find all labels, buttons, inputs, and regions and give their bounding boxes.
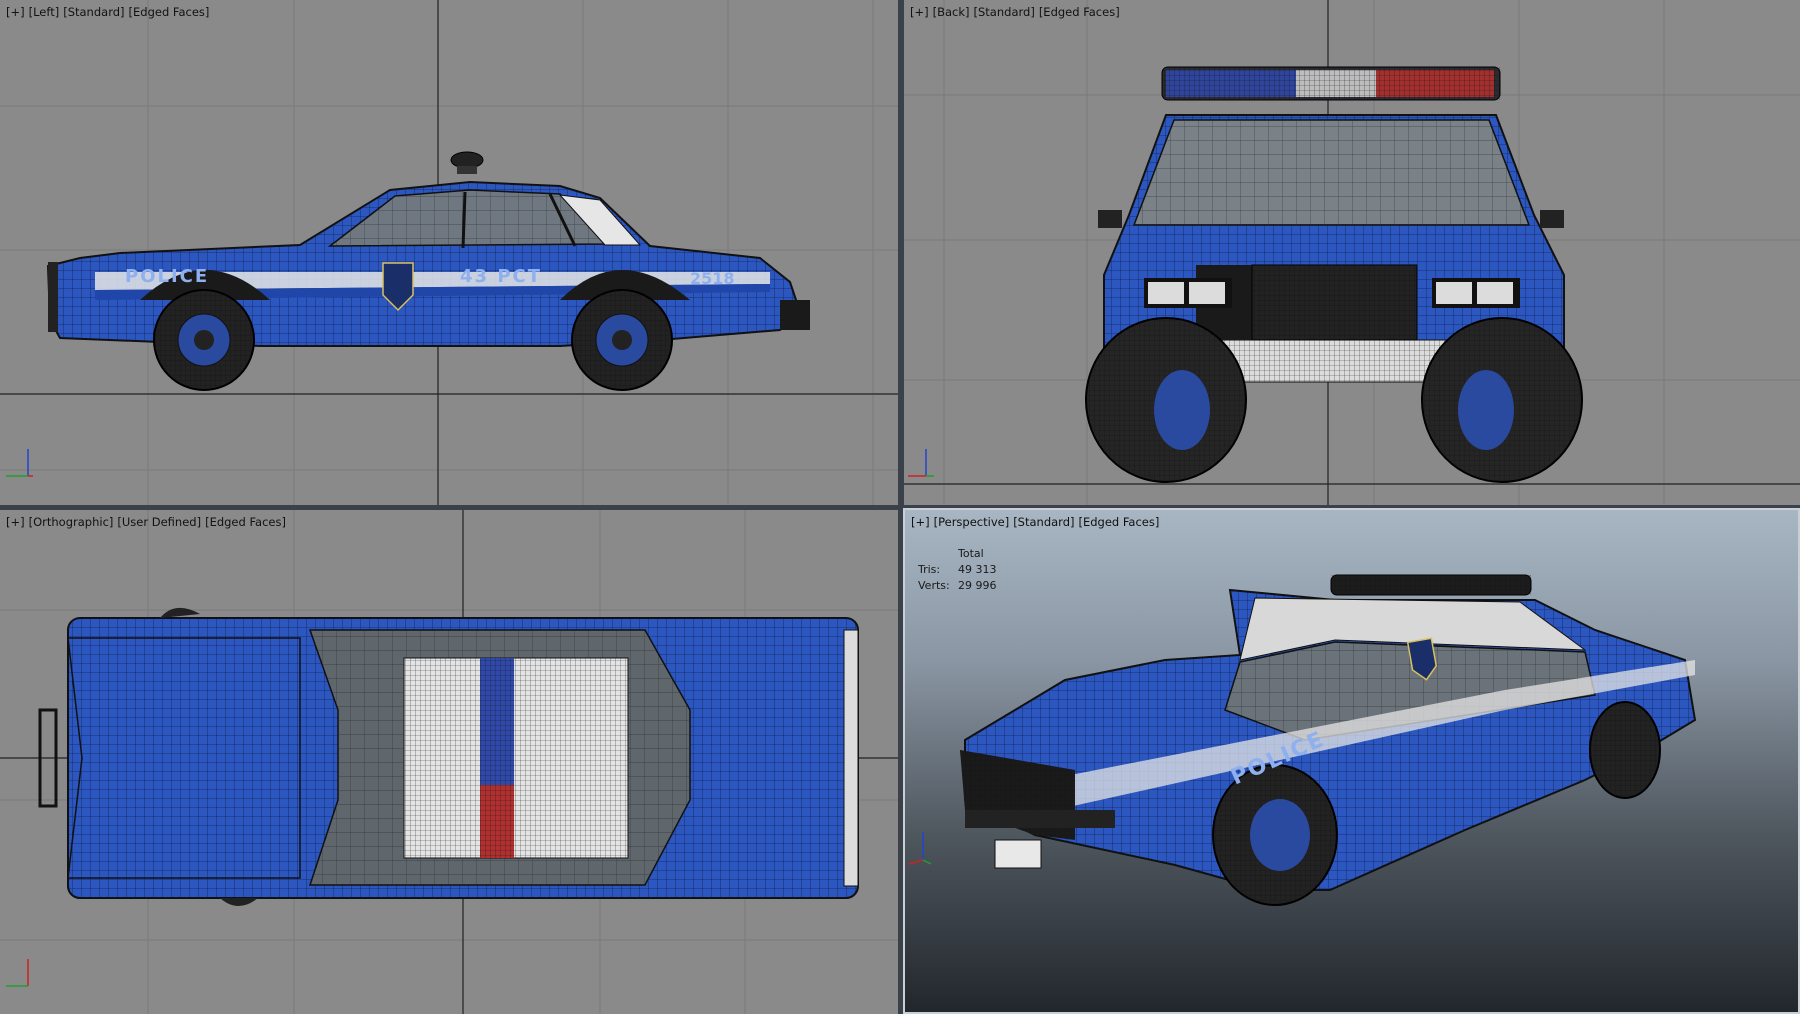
stats-verts-value: 29 996 [958, 579, 997, 592]
axis-gizmo-orthographic [6, 959, 29, 987]
viewport-menu-plus[interactable]: [+] [6, 515, 25, 529]
viewport-left[interactable]: POLICE 43 PCT 2518 [+] [Left] [Standard] [E… [0, 0, 898, 505]
axis-gizmo-left [6, 449, 33, 477]
shading-preset-menu[interactable]: [User Defined] [117, 515, 201, 529]
viewport-orthographic[interactable]: [+] [Orthographic] [User Defined] [Edged Fa… [0, 510, 898, 1014]
car-perspective-model: POLICE [960, 574, 1697, 906]
display-mode-menu[interactable]: [Edged Faces] [1039, 5, 1120, 19]
car-precinct-text: 43 PCT [460, 266, 542, 287]
view-type-menu[interactable]: [Back] [933, 5, 970, 19]
car-side-text: POLICE [125, 266, 209, 287]
stats-verts-label: Verts: [918, 579, 950, 592]
car-top-model [38, 607, 859, 906]
stats-header: Total [958, 547, 984, 560]
shading-preset-menu[interactable]: [Standard] [1013, 515, 1074, 529]
viewport-perspective-label[interactable]: [+] [Perspective] [Standard] [Edged Faces] [911, 515, 1163, 529]
shading-preset-menu[interactable]: [Standard] [974, 5, 1035, 19]
car-unit-number: 2518 [690, 269, 735, 288]
orthographic-view-canvas [0, 510, 898, 1014]
display-mode-menu[interactable]: [Edged Faces] [129, 5, 210, 19]
view-type-menu[interactable]: [Orthographic] [29, 515, 114, 529]
car-side-model: POLICE 43 PCT 2518 [46, 151, 810, 391]
viewport-menu-plus[interactable]: [+] [911, 515, 930, 529]
viewport-back[interactable]: [+] [Back] [Standard] [Edged Faces] [904, 0, 1800, 505]
stats-tris-value: 49 313 [958, 563, 997, 576]
car-back-model [1085, 66, 1583, 483]
stats-verts-row: Verts: 29 996 [918, 578, 997, 594]
view-type-menu[interactable]: [Perspective] [934, 515, 1010, 529]
viewport-left-label[interactable]: [+] [Left] [Standard] [Edged Faces] [6, 5, 213, 19]
viewport-menu-plus[interactable]: [+] [6, 5, 25, 19]
stats-tris-row: Tris: 49 313 [918, 562, 997, 578]
viewport-back-label[interactable]: [+] [Back] [Standard] [Edged Faces] [910, 5, 1124, 19]
display-mode-menu[interactable]: [Edged Faces] [1078, 515, 1159, 529]
shading-preset-menu[interactable]: [Standard] [63, 5, 124, 19]
axis-gizmo-perspective [908, 832, 932, 865]
back-view-canvas [904, 0, 1800, 505]
display-mode-menu[interactable]: [Edged Faces] [205, 515, 286, 529]
view-type-menu[interactable]: [Left] [29, 5, 60, 19]
stats-tris-label: Tris: [918, 563, 941, 576]
left-view-canvas: POLICE 43 PCT 2518 [0, 0, 898, 505]
axis-gizmo-back [908, 449, 934, 477]
viewport-perspective[interactable]: POLICE [+] [Perspective] [Standard] [Edged … [903, 508, 1800, 1014]
viewport-orthographic-label[interactable]: [+] [Orthographic] [User Defined] [Edged Fa… [6, 515, 290, 529]
viewport-menu-plus[interactable]: [+] [910, 5, 929, 19]
perspective-view-canvas: POLICE [908, 574, 1697, 906]
statistics-overlay: Total Tris: 49 313 Verts: 29 996 [918, 546, 997, 594]
